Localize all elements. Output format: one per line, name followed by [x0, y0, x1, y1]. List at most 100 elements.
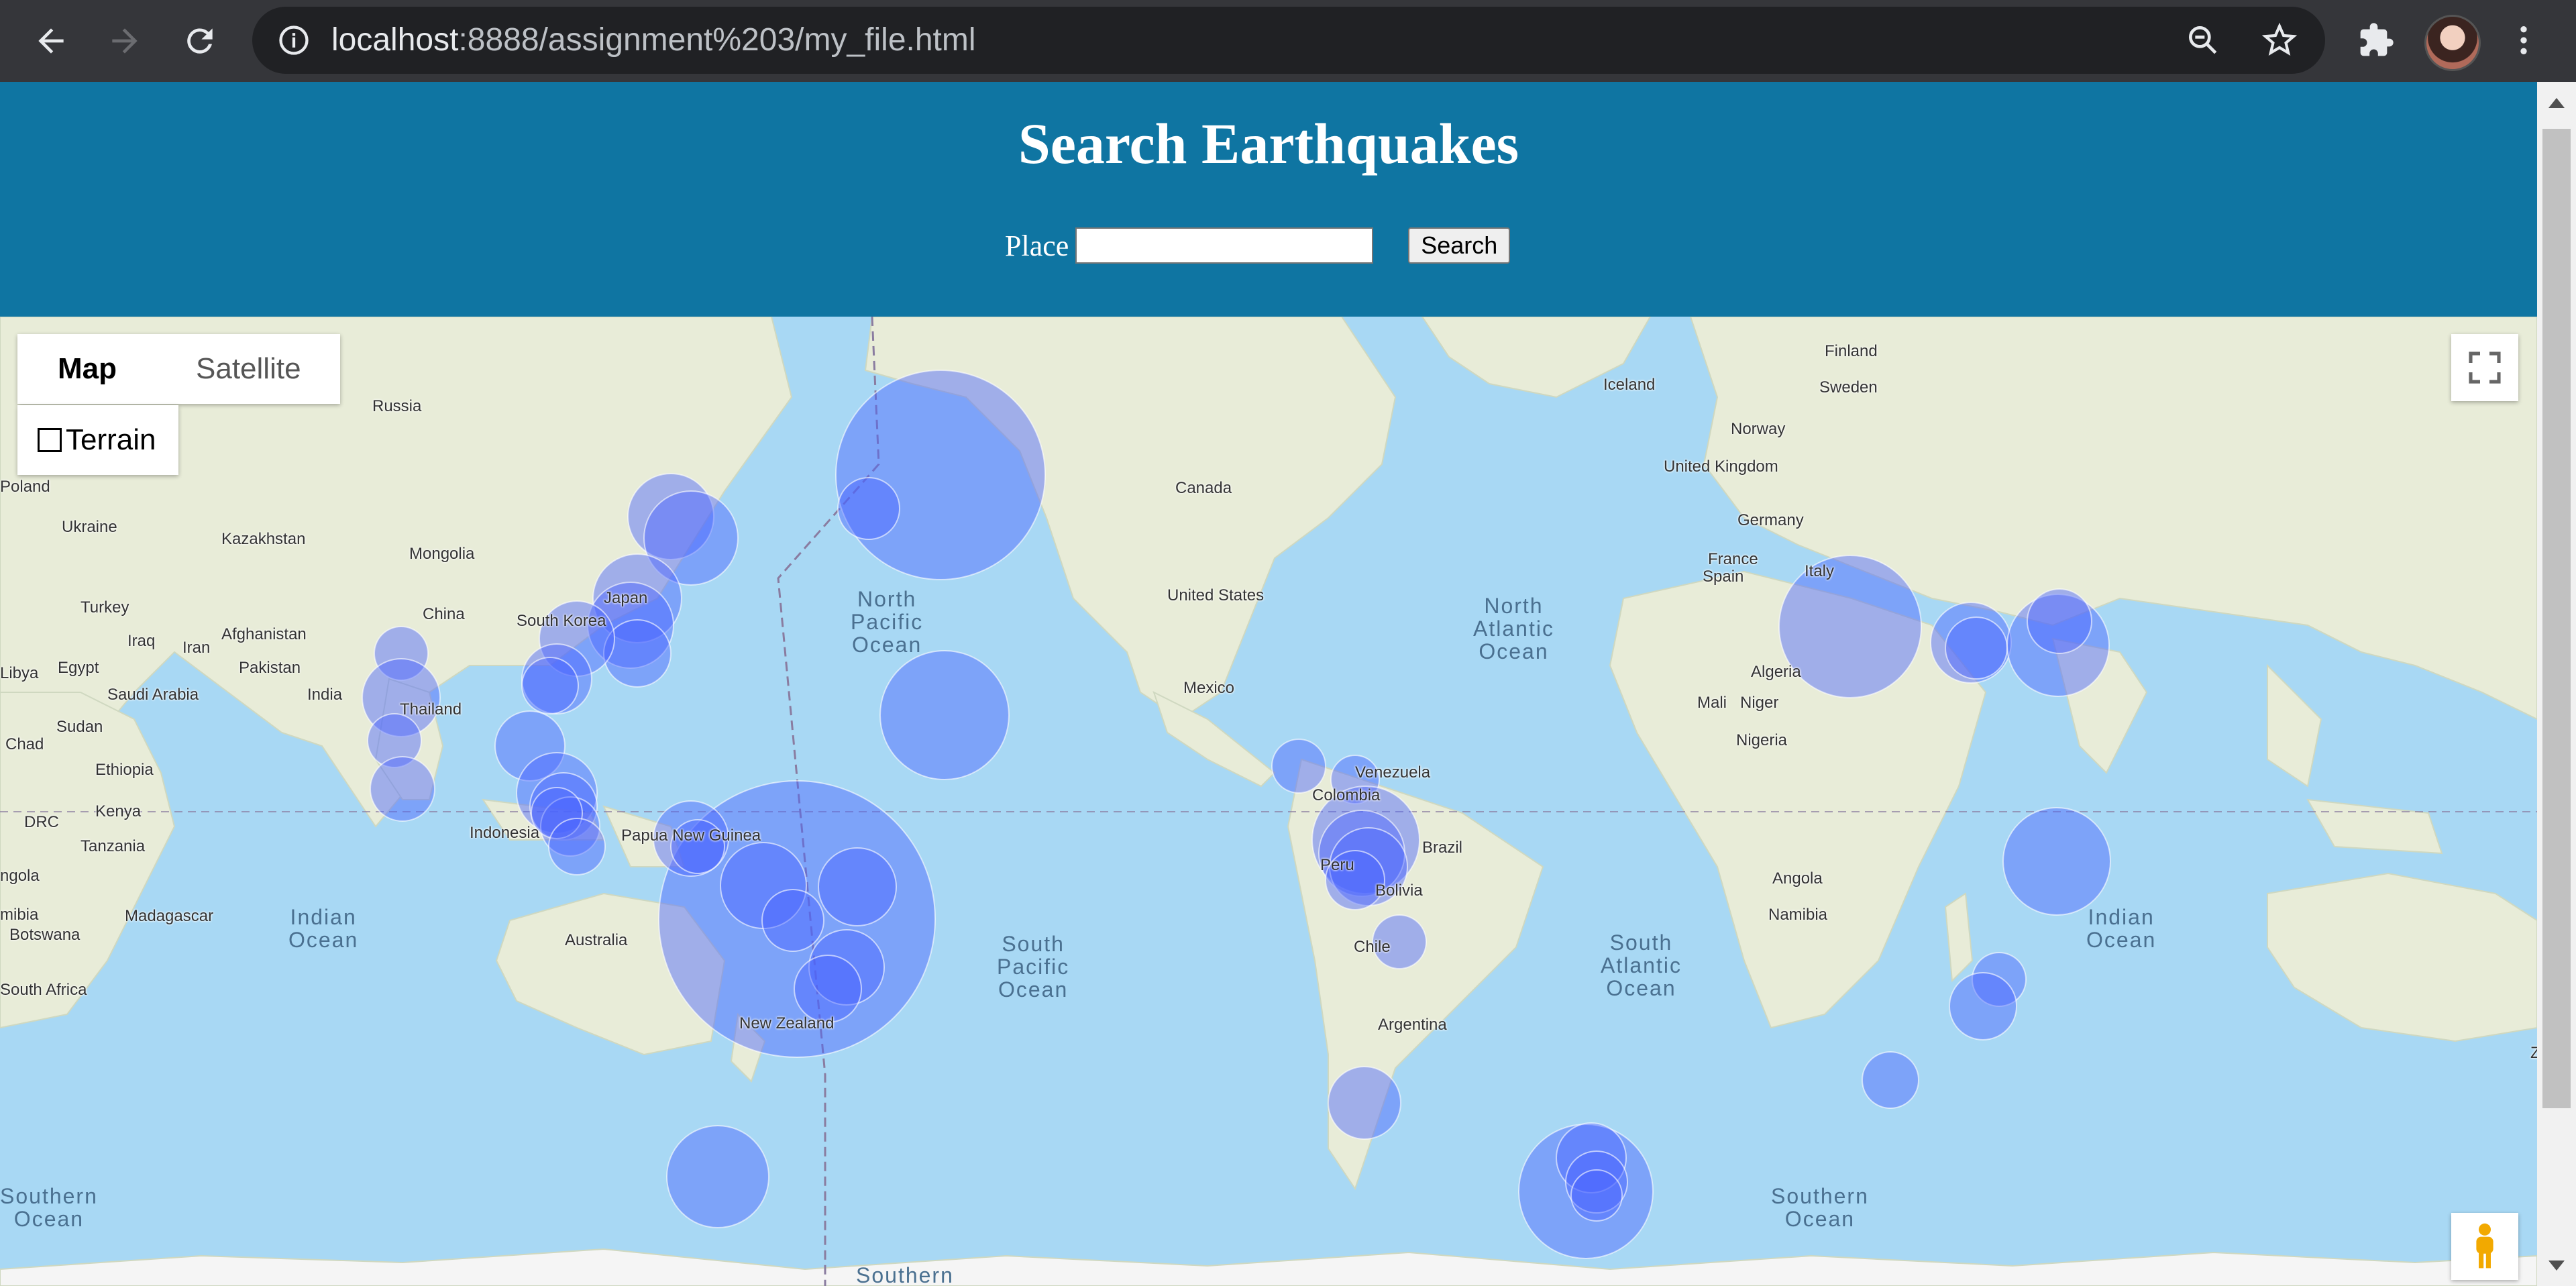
terrain-checkbox[interactable]: [38, 428, 62, 452]
profile-avatar[interactable]: [2424, 15, 2481, 71]
quake-circle: [521, 657, 579, 714]
map-country-label: New Zealand: [739, 1014, 835, 1032]
menu-kebab-icon[interactable]: [2502, 19, 2545, 62]
map-country-label: Russia: [372, 397, 422, 415]
search-button[interactable]: Search: [1408, 227, 1511, 264]
map-country-label: Sweden: [1819, 378, 1878, 396]
map-country-label: ngola: [0, 867, 40, 885]
pegman-icon: [2476, 1223, 2493, 1269]
map-country-label: Libya: [0, 664, 39, 682]
map-country-label: Mali: [1697, 694, 1727, 712]
map-country-label: Bolivia: [1375, 881, 1423, 900]
quake-circle: [1862, 1051, 1919, 1109]
map-country-label: United Kingdom: [1664, 458, 1778, 476]
map-country-label: Kazakhstan: [221, 530, 306, 548]
reload-icon[interactable]: [173, 14, 227, 68]
quake-circle: [666, 1125, 769, 1228]
map-country-label: South Korea: [517, 612, 606, 630]
search-form: Place Search: [1005, 225, 1511, 266]
terrain-toggle[interactable]: Terrain: [17, 405, 178, 475]
map-type-satellite-button[interactable]: Satellite: [157, 334, 340, 404]
map-country-label: Peru: [1320, 856, 1354, 874]
fullscreen-icon: [2469, 352, 2501, 384]
map-country-label: Poland: [0, 478, 50, 496]
quake-circle: [1271, 739, 1326, 794]
map-country-label: Madagascar: [125, 907, 214, 925]
map-country-label: Indonesia: [470, 824, 540, 842]
map-country-label: Norway: [1731, 420, 1786, 438]
quake-circle: [1328, 1066, 1401, 1140]
site-info-icon[interactable]: [276, 23, 311, 58]
place-input[interactable]: [1075, 227, 1374, 264]
map-country-label: Colombia: [1312, 786, 1381, 804]
quake-circle: [818, 847, 897, 926]
map-country-label: Sudan: [56, 718, 103, 736]
back-icon[interactable]: [24, 14, 78, 68]
zoom-icon[interactable]: [2184, 21, 2222, 59]
map-country-label: Venezuela: [1355, 763, 1431, 782]
map-country-label: Saudi Arabia: [107, 686, 199, 704]
scroll-down-arrow-icon[interactable]: [2546, 1254, 2567, 1275]
quake-circle: [1949, 972, 2017, 1040]
page-title: Search Earthquakes: [1018, 111, 1519, 176]
quake-circle: [761, 889, 824, 952]
page-scrollbar[interactable]: [2537, 82, 2576, 1286]
quake-circle: [837, 477, 900, 540]
map-country-label: Iceland: [1603, 376, 1656, 394]
map-country-label: Papua New Guinea: [621, 826, 761, 845]
bookmark-star-icon[interactable]: [2261, 21, 2298, 59]
map-country-label: Thailand: [400, 700, 462, 718]
map-ocean-label: North Atlantic Ocean: [1473, 594, 1554, 663]
map-ocean-label: Indian Ocean: [2086, 905, 2157, 952]
map-country-label: DRC: [24, 813, 59, 831]
map-country-label: Mexico: [1183, 679, 1235, 697]
place-label: Place: [1005, 229, 1069, 262]
earthquake-map[interactable]: Russia Poland Ukraine Kazakhstan Mongolia Chi…: [0, 317, 2537, 1286]
map-country-label: Kenya: [95, 802, 142, 820]
quake-circle: [2027, 588, 2092, 654]
quake-circle: [2002, 807, 2111, 916]
address-bar[interactable]: localhost:8888/assignment%203/my_file.ht…: [252, 7, 2325, 74]
map-country-label: Chad: [5, 735, 44, 753]
map-country-label: Iraq: [127, 632, 156, 650]
map-country-label: Algeria: [1751, 663, 1801, 681]
map-ocean-label: Indian Ocean: [288, 905, 359, 952]
quake-circle: [835, 370, 1046, 580]
map-country-label: Turkey: [80, 598, 129, 617]
map-country-label: mibia: [0, 906, 39, 924]
fullscreen-button[interactable]: [2451, 334, 2518, 401]
map-base: [0, 317, 2537, 1286]
scroll-up-arrow-icon[interactable]: [2546, 94, 2567, 114]
map-ocean-label: South Pacific Ocean: [997, 932, 1070, 1002]
map-ocean-label: Southern Ocean: [1771, 1184, 1869, 1231]
scrollbar-thumb[interactable]: [2542, 129, 2571, 1108]
extensions-icon[interactable]: [2355, 19, 2398, 62]
map-country-label: United States: [1167, 586, 1265, 604]
map-country-label: Ze: [2530, 1044, 2537, 1062]
map-ocean-label: South Atlantic Ocean: [1601, 930, 1682, 1000]
quake-circle: [794, 955, 862, 1023]
map-country-label: Argentina: [1378, 1016, 1447, 1034]
quake-circle: [548, 818, 606, 875]
map-country-label: Pakistan: [239, 659, 301, 677]
map-country-label: France: [1708, 550, 1758, 568]
quake-circle: [370, 756, 435, 822]
browser-toolbar: localhost:8888/assignment%203/my_file.ht…: [0, 0, 2576, 82]
map-country-label: Spain: [1703, 568, 1744, 586]
page-header: Search Earthquakes Place Search: [0, 82, 2537, 317]
map-country-label: Niger: [1740, 694, 1779, 712]
map-country-label: Nigeria: [1736, 731, 1788, 749]
quake-circle: [1945, 617, 2008, 680]
map-country-label: Canada: [1175, 479, 1232, 497]
map-country-label: Ukraine: [62, 518, 117, 536]
map-country-label: Namibia: [1768, 906, 1828, 924]
forward-icon[interactable]: [98, 14, 152, 68]
map-country-label: Afghanistan: [221, 625, 307, 643]
url-text: localhost:8888/assignment%203/my_file.ht…: [331, 22, 976, 58]
map-country-label: Brazil: [1422, 839, 1463, 857]
map-country-label: Mongolia: [409, 545, 475, 563]
map-country-label: South Africa: [0, 981, 87, 999]
map-country-label: Egypt: [58, 659, 99, 677]
street-view-pegman[interactable]: [2451, 1213, 2518, 1280]
map-type-map-button[interactable]: Map: [17, 334, 157, 404]
